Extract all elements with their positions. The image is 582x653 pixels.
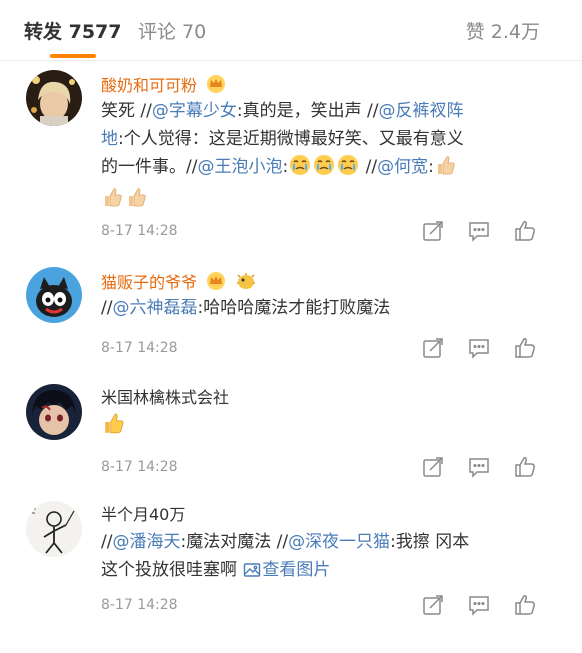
mention-link[interactable]: @何宽 [377, 157, 428, 177]
avatar[interactable] [26, 267, 82, 323]
mention-link[interactable]: @王泡小泡 [197, 157, 282, 177]
thumbs-up-emoji-icon [435, 154, 457, 185]
comment-icon[interactable] [468, 456, 490, 478]
list-item: 半个月40万 //@潘海天:魔法对魔法 //@深夜一只猫:我擦 冈本 这个投放很… [0, 501, 582, 631]
cry-emoji-icon [337, 154, 359, 185]
comment-time: 8-17 14:28 [101, 340, 178, 356]
like-icon[interactable] [514, 594, 536, 616]
share-icon[interactable] [422, 220, 444, 242]
comment-text [101, 411, 541, 444]
tab-repost[interactable]: 转发 7577 [24, 20, 122, 44]
mention-link[interactable]: @六神磊磊 [112, 298, 197, 318]
share-icon[interactable] [422, 594, 444, 616]
list-item: 酸奶和可可粉 笑死 //@字幕少女:真的是，笑出声 //@反裤衩阵 地:个人觉得… [0, 70, 582, 250]
commenter-name[interactable]: 酸奶和可可粉 [101, 74, 226, 99]
commenter-name[interactable]: 米国林檎株式会社 [101, 388, 229, 408]
list-item: 米国林檎株式会社 8-17 14:28 [0, 384, 582, 484]
comment-icon[interactable] [468, 594, 490, 616]
avatar[interactable] [26, 384, 82, 440]
comment-actions [422, 220, 546, 242]
thumbs-up-emoji-icon [102, 186, 124, 217]
comment-icon[interactable] [468, 337, 490, 359]
mention-link-continued[interactable]: 地 [101, 129, 118, 149]
thumbs-up-emoji-icon [126, 186, 148, 217]
avatar[interactable] [26, 501, 82, 557]
cry-emoji-icon [313, 154, 335, 185]
list-item: 猫贩子的爷爷 //@六神磊磊:哈哈哈魔法才能打败魔法 8-17 14:28 [0, 267, 582, 367]
comment-text: 笑死 //@字幕少女:真的是，笑出声 //@反裤衩阵 地:个人觉得：这是近期微博… [101, 97, 541, 217]
tab-comment[interactable]: 评论 70 [138, 20, 206, 44]
mention-link[interactable]: @反裤衩阵 [378, 101, 463, 121]
tab-like[interactable]: 赞 2.4万 [466, 20, 540, 44]
comment-actions [422, 594, 546, 616]
mention-link[interactable]: @字幕少女 [152, 101, 237, 121]
picture-icon [243, 560, 261, 588]
commenter-name[interactable]: 半个月40万 [101, 505, 185, 525]
comment-text: //@六神磊磊:哈哈哈魔法才能打败魔法 [101, 298, 391, 318]
tab-active-indicator [50, 54, 96, 58]
tab-bar: 转发 7577 评论 70 赞 2.4万 [0, 0, 582, 61]
comment-text: //@潘海天:魔法对魔法 //@深夜一只猫:我擦 冈本 这个投放很哇塞啊 查看图… [101, 528, 541, 588]
share-icon[interactable] [422, 456, 444, 478]
thumbs-up-emoji-icon [102, 411, 126, 444]
commenter-name[interactable]: 猫贩子的爷爷 [101, 271, 257, 296]
mention-link[interactable]: @潘海天 [112, 532, 180, 552]
like-icon[interactable] [514, 456, 536, 478]
share-icon[interactable] [422, 337, 444, 359]
comment-icon[interactable] [468, 220, 490, 242]
comment-actions [422, 456, 546, 478]
like-icon[interactable] [514, 220, 536, 242]
crown-badge-icon [206, 74, 226, 99]
view-image-link[interactable]: 查看图片 [242, 560, 330, 580]
like-icon[interactable] [514, 337, 536, 359]
crown-badge-icon [206, 271, 226, 296]
comment-actions [422, 337, 546, 359]
cry-emoji-icon [289, 154, 311, 185]
avatar[interactable] [26, 70, 82, 126]
pufferfish-badge-icon [235, 271, 257, 296]
comment-time: 8-17 14:28 [101, 459, 178, 475]
comment-time: 8-17 14:28 [101, 597, 178, 613]
mention-link[interactable]: @深夜一只猫 [288, 532, 390, 552]
comment-time: 8-17 14:28 [101, 223, 178, 239]
